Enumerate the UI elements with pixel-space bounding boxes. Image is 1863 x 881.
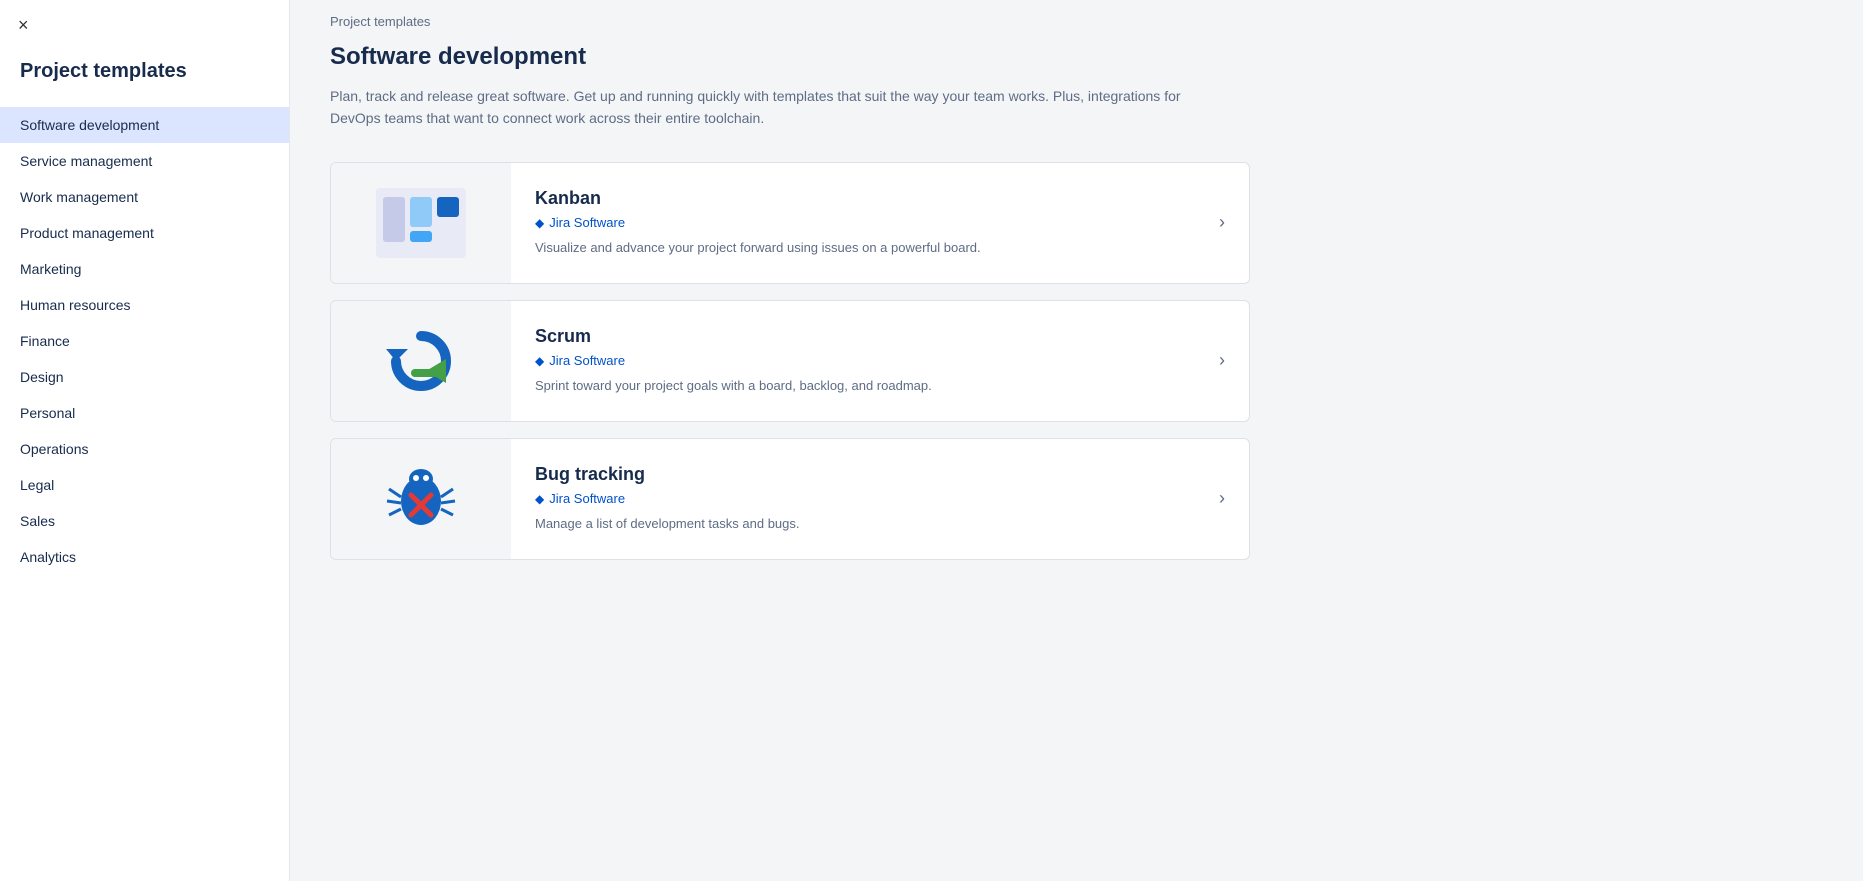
card-content: Scrum ◆ Jira Software Sprint toward your… [511,301,1195,421]
jira-diamond-icon: ◆ [535,492,544,506]
card-badge: ◆ Jira Software [535,215,1171,230]
jira-diamond-icon: ◆ [535,354,544,368]
close-button[interactable]: × [18,16,29,34]
card-badge: ◆ Jira Software [535,353,1171,368]
sidebar-item-design[interactable]: Design [0,359,289,395]
card-description: Sprint toward your project goals with a … [535,376,1171,396]
content-area: Software development Plan, track and rel… [290,43,1863,600]
card-icon-area [331,301,511,421]
section-title: Software development [330,43,1823,71]
jira-diamond-icon: ◆ [535,216,544,230]
card-title: Bug tracking [535,464,1171,485]
section-description: Plan, track and release great software. … [330,85,1230,130]
template-card-scrum[interactable]: Scrum ◆ Jira Software Sprint toward your… [330,300,1250,422]
bug-icon [371,459,471,539]
card-icon-area [331,163,511,283]
card-badge-label: Jira Software [549,353,625,368]
sidebar-item-sales[interactable]: Sales [0,503,289,539]
sidebar-item-legal[interactable]: Legal [0,467,289,503]
sidebar-item-software-development[interactable]: Software development [0,107,289,143]
sidebar-title: Project templates [0,20,289,107]
card-chevron-right-icon: › [1195,439,1249,559]
sidebar-nav: Software developmentService managementWo… [0,107,289,575]
card-description: Visualize and advance your project forwa… [535,238,1171,258]
scrum-icon [371,321,471,401]
sidebar-item-analytics[interactable]: Analytics [0,539,289,575]
sidebar-item-service-management[interactable]: Service management [0,143,289,179]
card-badge: ◆ Jira Software [535,491,1171,506]
card-title: Scrum [535,326,1171,347]
sidebar-item-product-management[interactable]: Product management [0,215,289,251]
card-content: Kanban ◆ Jira Software Visualize and adv… [511,163,1195,283]
card-description: Manage a list of development tasks and b… [535,514,1171,534]
card-title: Kanban [535,188,1171,209]
template-cards-list: Kanban ◆ Jira Software Visualize and adv… [330,162,1250,560]
breadcrumb: Project templates [290,0,1863,43]
sidebar-item-personal[interactable]: Personal [0,395,289,431]
sidebar: × Project templates Software development… [0,0,290,881]
card-badge-label: Jira Software [549,215,625,230]
card-content: Bug tracking ◆ Jira Software Manage a li… [511,439,1195,559]
kanban-icon [371,183,471,263]
sidebar-item-work-management[interactable]: Work management [0,179,289,215]
template-card-kanban[interactable]: Kanban ◆ Jira Software Visualize and adv… [330,162,1250,284]
sidebar-item-human-resources[interactable]: Human resources [0,287,289,323]
template-card-bug-tracking[interactable]: Bug tracking ◆ Jira Software Manage a li… [330,438,1250,560]
sidebar-item-operations[interactable]: Operations [0,431,289,467]
main-content: Project templates Software development P… [290,0,1863,881]
card-chevron-right-icon: › [1195,301,1249,421]
card-chevron-right-icon: › [1195,163,1249,283]
card-icon-area [331,439,511,559]
sidebar-item-marketing[interactable]: Marketing [0,251,289,287]
sidebar-item-finance[interactable]: Finance [0,323,289,359]
card-badge-label: Jira Software [549,491,625,506]
